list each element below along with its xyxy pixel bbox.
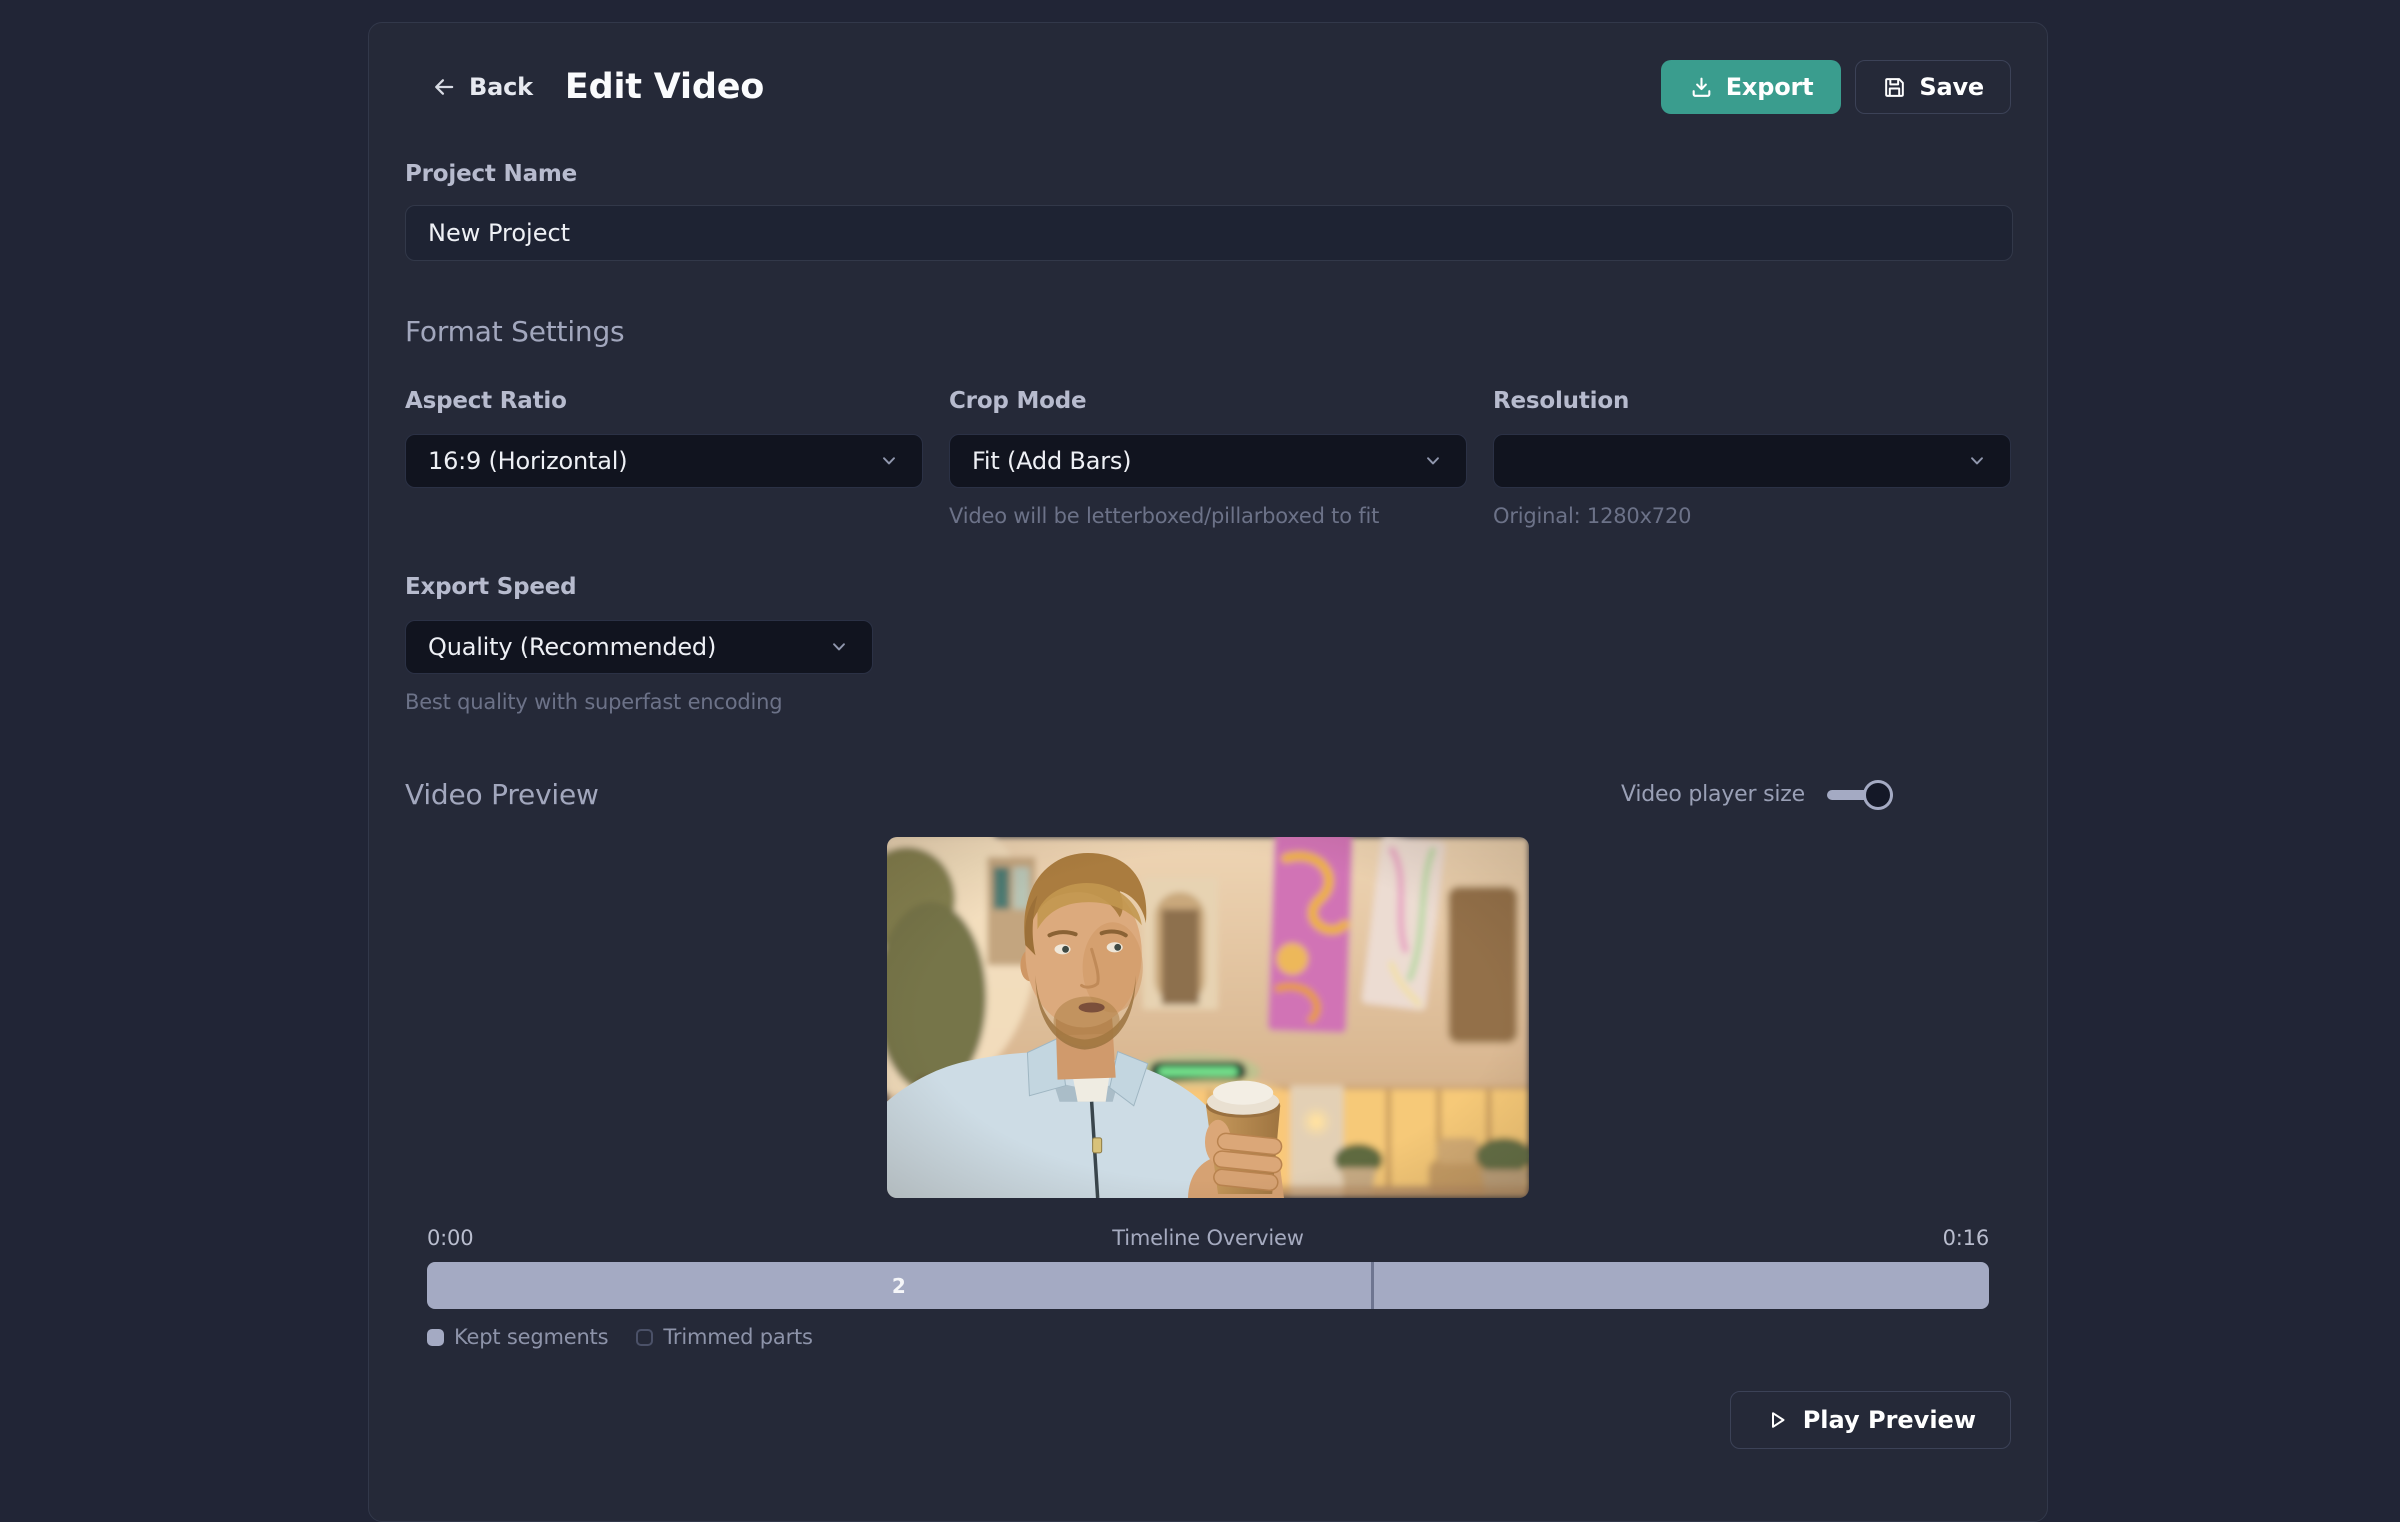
export-button[interactable]: Export [1661, 60, 1842, 114]
kept-segments-swatch [427, 1329, 444, 1346]
preview-header: Video Preview Video player size [405, 778, 2011, 811]
play-preview-button[interactable]: Play Preview [1730, 1391, 2011, 1449]
export-speed-hint: Best quality with superfast encoding [405, 690, 873, 714]
crop-mode-hint: Video will be letterboxed/pillarboxed to… [949, 504, 1467, 528]
save-label: Save [1919, 73, 1984, 101]
export-speed-field: Export Speed Quality (Recommended) Best … [405, 574, 873, 714]
export-speed-select[interactable]: Quality (Recommended) [405, 620, 873, 674]
project-name-input[interactable] [405, 205, 2013, 261]
format-settings-grid: Aspect Ratio 16:9 (Horizontal) Crop Mode… [405, 388, 2011, 528]
legend-item: Trimmed parts [636, 1325, 812, 1349]
export-label: Export [1726, 73, 1814, 101]
resolution-label: Resolution [1493, 388, 2011, 414]
chevron-down-icon [1422, 450, 1444, 472]
player-size-control: Video player size [1621, 782, 1893, 807]
play-outline-icon [1765, 1408, 1789, 1432]
save-button[interactable]: Save [1855, 60, 2011, 114]
crop-mode-field: Crop Mode Fit (Add Bars) Video will be l… [949, 388, 1467, 528]
timeline-section: 0:00 Timeline Overview 0:16 2 Kept segme… [427, 1226, 1989, 1349]
timeline-start-time: 0:00 [427, 1226, 473, 1250]
timeline-title: Timeline Overview [473, 1226, 1942, 1250]
play-preview-label: Play Preview [1803, 1406, 1976, 1434]
segment-label: 2 [892, 1274, 906, 1298]
export-speed-label: Export Speed [405, 574, 873, 600]
page-title: Edit Video [565, 67, 764, 107]
aspect-ratio-field: Aspect Ratio 16:9 (Horizontal) [405, 388, 923, 528]
aspect-ratio-value: 16:9 (Horizontal) [428, 447, 627, 475]
slider-thumb[interactable] [1863, 780, 1893, 810]
video-frame-image [887, 837, 1529, 1198]
project-name-field: Project Name [405, 161, 2011, 261]
crop-mode-value: Fit (Add Bars) [972, 447, 1131, 475]
back-label: Back [469, 73, 533, 101]
video-preview-frame[interactable] [887, 837, 1529, 1198]
format-settings-heading: Format Settings [405, 315, 2011, 348]
export-speed-value: Quality (Recommended) [428, 633, 716, 661]
legend-label: Trimmed parts [663, 1325, 812, 1349]
save-icon [1882, 75, 1907, 100]
edit-video-panel: Back Edit Video Export S [368, 22, 2048, 1522]
header: Back Edit Video Export S [405, 59, 2011, 115]
footer-actions: Play Preview [405, 1391, 2011, 1449]
trimmed-parts-swatch [636, 1329, 653, 1346]
chevron-down-icon [828, 636, 850, 658]
video-preview-area [405, 837, 2011, 1198]
timeline-legend: Kept segments Trimmed parts [427, 1325, 1989, 1349]
player-size-slider[interactable] [1827, 790, 1893, 800]
player-size-label: Video player size [1621, 782, 1805, 807]
video-preview-heading: Video Preview [405, 778, 599, 811]
timeline-end-time: 0:16 [1943, 1226, 1989, 1250]
aspect-ratio-label: Aspect Ratio [405, 388, 923, 414]
legend-label: Kept segments [454, 1325, 608, 1349]
crop-mode-select[interactable]: Fit (Add Bars) [949, 434, 1467, 488]
aspect-ratio-select[interactable]: 16:9 (Horizontal) [405, 434, 923, 488]
resolution-select[interactable] [1493, 434, 2011, 488]
legend-item: Kept segments [427, 1325, 608, 1349]
back-button[interactable]: Back [405, 73, 533, 101]
download-icon [1689, 75, 1714, 100]
resolution-field: Resolution Original: 1280x720 [1493, 388, 2011, 528]
chevron-down-icon [878, 450, 900, 472]
header-actions: Export Save [1661, 60, 2011, 114]
crop-mode-label: Crop Mode [949, 388, 1467, 414]
timeline-labels: 0:00 Timeline Overview 0:16 [427, 1226, 1989, 1250]
timeline-bar[interactable]: 2 [427, 1262, 1989, 1309]
timeline-segment[interactable]: 2 [427, 1262, 1374, 1309]
project-name-label: Project Name [405, 161, 2011, 187]
resolution-hint: Original: 1280x720 [1493, 504, 2011, 528]
chevron-down-icon [1966, 450, 1988, 472]
timeline-segment[interactable] [1374, 1262, 1989, 1309]
back-arrow-icon [431, 74, 457, 100]
